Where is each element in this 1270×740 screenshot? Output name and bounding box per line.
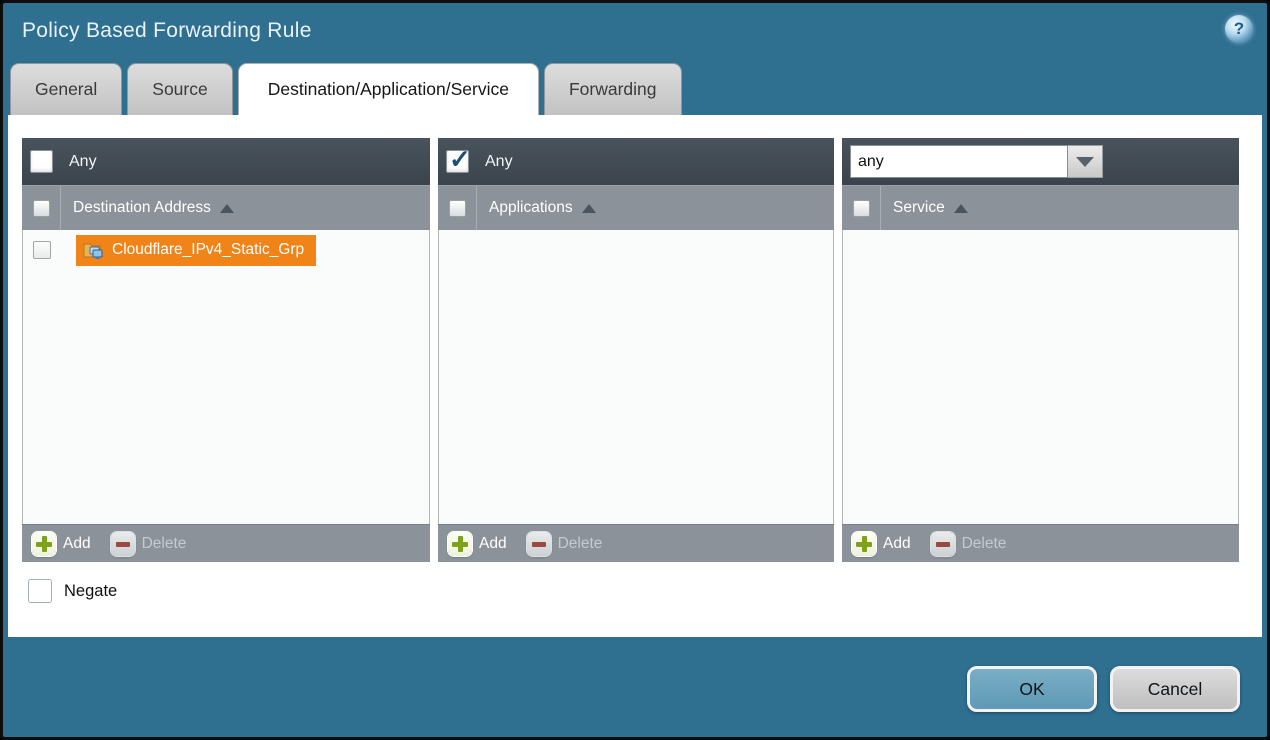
- dialog-buttons: OK Cancel: [967, 666, 1240, 712]
- tab-destination-application-service[interactable]: Destination/Application/Service: [238, 63, 539, 115]
- destination-any-header: Any: [22, 138, 430, 185]
- applications-any-checkbox[interactable]: [446, 150, 469, 173]
- service-column-header[interactable]: Service: [842, 185, 1239, 230]
- destination-header-label: Destination Address: [73, 199, 211, 217]
- applications-actions-bar: Add Delete: [438, 524, 834, 562]
- applications-select-all-checkbox[interactable]: [449, 200, 466, 217]
- service-list: [842, 230, 1239, 524]
- service-dropdown-header: any: [842, 138, 1239, 185]
- help-icon[interactable]: ?: [1225, 15, 1253, 43]
- service-dropdown: any: [850, 145, 1103, 178]
- service-header-label: Service: [893, 199, 945, 217]
- columns-container: Any Destination Address: [22, 138, 1239, 562]
- tab-forwarding[interactable]: Forwarding: [544, 63, 682, 115]
- applications-any-label: Any: [485, 153, 513, 171]
- delete-icon: [111, 532, 135, 556]
- add-icon: [448, 532, 472, 556]
- applications-header-label: Applications: [489, 199, 573, 217]
- destination-actions-bar: Add Delete: [22, 524, 430, 562]
- service-delete-button[interactable]: Delete: [931, 532, 1007, 556]
- destination-column-header[interactable]: Destination Address: [22, 185, 430, 230]
- destination-item-checkbox[interactable]: [33, 241, 51, 259]
- applications-add-button[interactable]: Add: [448, 532, 507, 556]
- service-select-all-checkbox[interactable]: [853, 200, 870, 217]
- destination-add-button[interactable]: Add: [32, 532, 91, 556]
- column-divider: [60, 186, 61, 230]
- delete-icon: [527, 532, 551, 556]
- applications-list: [438, 230, 834, 524]
- tab-bar: General Source Destination/Application/S…: [10, 63, 682, 115]
- destination-delete-button[interactable]: Delete: [111, 532, 187, 556]
- service-add-button[interactable]: Add: [852, 532, 911, 556]
- destination-item-label: Cloudflare_IPv4_Static_Grp: [112, 241, 304, 259]
- destination-address-column: Any Destination Address: [22, 138, 430, 562]
- destination-list-item: Cloudflare_IPv4_Static_Grp: [23, 230, 429, 270]
- address-group-icon: [83, 241, 105, 260]
- add-icon: [32, 532, 56, 556]
- negate-label: Negate: [64, 582, 117, 601]
- service-actions-bar: Add Delete: [842, 524, 1239, 562]
- negate-checkbox[interactable]: [28, 579, 52, 603]
- applications-any-header: Any: [438, 138, 834, 185]
- service-dropdown-button[interactable]: [1068, 145, 1103, 178]
- column-divider: [476, 186, 477, 230]
- cancel-button[interactable]: Cancel: [1110, 666, 1240, 712]
- sort-asc-icon: [220, 204, 234, 213]
- destination-item-chip[interactable]: Cloudflare_IPv4_Static_Grp: [76, 235, 316, 266]
- service-column: any Service Add: [842, 138, 1239, 562]
- applications-column: Any Applications Add Delete: [438, 138, 834, 562]
- dialog-title: Policy Based Forwarding Rule: [22, 19, 312, 43]
- sort-asc-icon: [954, 204, 968, 213]
- service-dropdown-input[interactable]: any: [850, 145, 1068, 178]
- applications-delete-button[interactable]: Delete: [527, 532, 603, 556]
- tab-content-panel: Any Destination Address: [8, 115, 1262, 637]
- dropdown-arrow-icon: [1076, 157, 1094, 167]
- destination-select-all-checkbox[interactable]: [33, 200, 50, 217]
- destination-any-checkbox[interactable]: [30, 150, 53, 173]
- negate-option: Negate: [28, 579, 117, 603]
- sort-asc-icon: [582, 204, 596, 213]
- add-icon: [852, 532, 876, 556]
- tab-general[interactable]: General: [10, 63, 122, 115]
- applications-column-header[interactable]: Applications: [438, 185, 834, 230]
- policy-forwarding-dialog: Policy Based Forwarding Rule ? General S…: [0, 0, 1270, 740]
- tab-source[interactable]: Source: [127, 63, 232, 115]
- ok-button[interactable]: OK: [967, 666, 1097, 712]
- destination-list: Cloudflare_IPv4_Static_Grp: [22, 230, 430, 524]
- column-divider: [880, 186, 881, 230]
- delete-icon: [931, 532, 955, 556]
- destination-any-label: Any: [69, 153, 97, 171]
